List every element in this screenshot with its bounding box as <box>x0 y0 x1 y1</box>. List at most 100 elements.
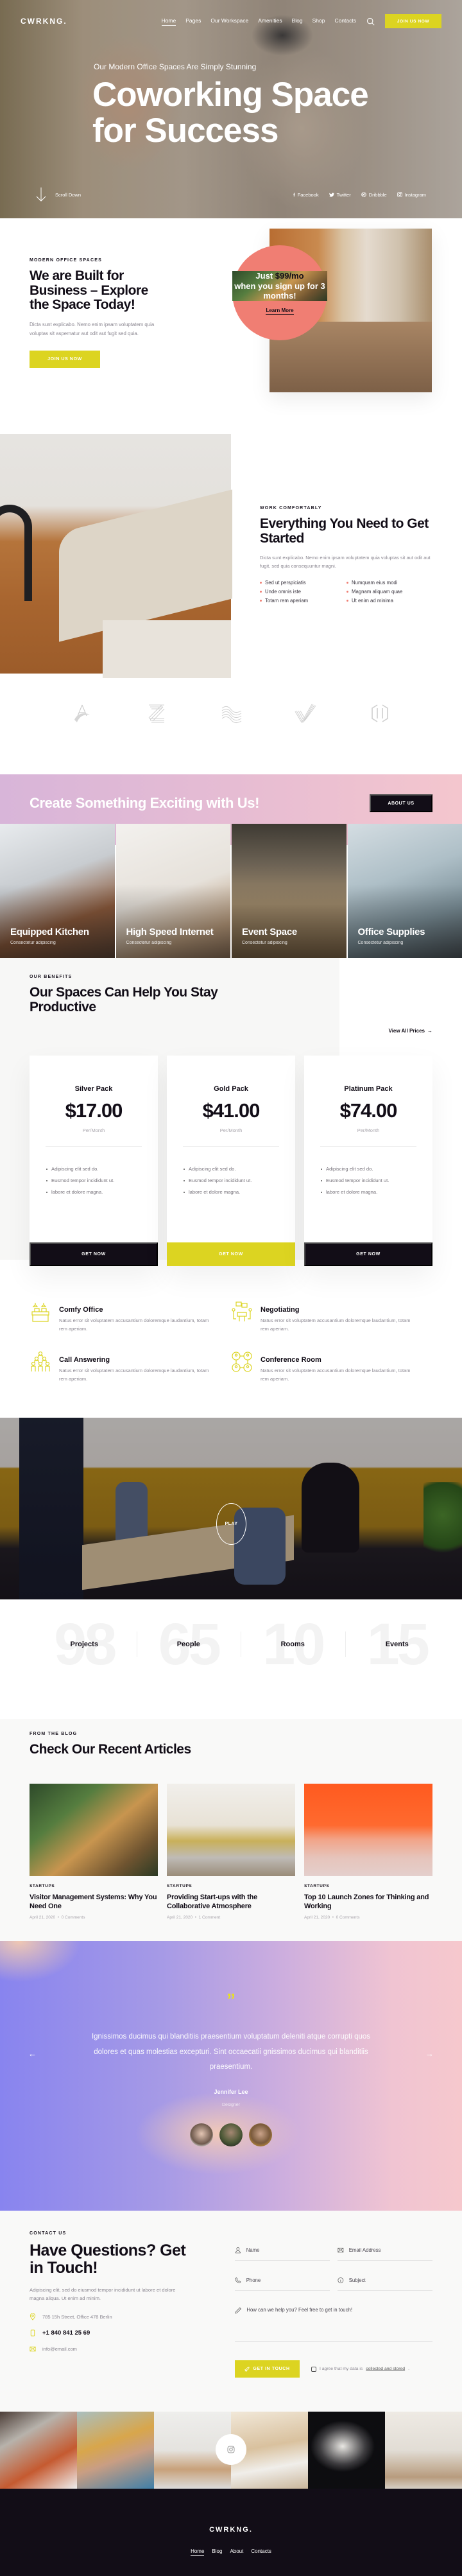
testimonial-section: ” Ignissimos ducimus qui blanditiis prae… <box>0 1941 462 2211</box>
post-title[interactable]: Visitor Management Systems: Why You Need… <box>30 1893 158 1911</box>
gallery-image[interactable] <box>385 2412 462 2489</box>
partner-logo-wave-icon[interactable] <box>219 703 243 724</box>
plan-name: Silver Pack <box>30 1085 158 1093</box>
post-image[interactable] <box>304 1784 432 1876</box>
email-text: info@email.com <box>42 2346 77 2352</box>
name-field[interactable] <box>235 2243 330 2261</box>
nav-contacts[interactable]: Contacts <box>334 17 356 26</box>
gallery-image[interactable] <box>308 2412 385 2489</box>
email-field[interactable] <box>338 2243 432 2261</box>
feature-title: Negotiating <box>261 1306 418 1314</box>
post-comments[interactable]: 0 Comments <box>62 1915 85 1920</box>
amenity-tile-office-supplies[interactable]: Office SuppliesConsectetur adipiscing <box>348 824 462 958</box>
prev-arrow-icon[interactable]: ← <box>28 2049 37 2058</box>
footer-link-about[interactable]: About <box>230 2548 243 2556</box>
about-join-button[interactable]: JOIN US NOW <box>30 351 100 368</box>
nav-amenities[interactable]: Amenities <box>258 17 282 26</box>
gallery-image[interactable] <box>77 2412 154 2489</box>
quote-icon: ” <box>0 1991 462 2009</box>
contact-title: Have Questions? Get in Touch! <box>30 2242 190 2277</box>
partner-logo-check-icon[interactable] <box>294 703 317 724</box>
view-all-prices-link[interactable]: View All Prices→ <box>389 1028 432 1034</box>
post-category[interactable]: STARTUPS <box>304 1884 432 1888</box>
footer-logo[interactable]: CWRKNG. <box>0 2526 462 2534</box>
plan-period: Per/Month <box>304 1127 432 1133</box>
nav-home[interactable]: Home <box>162 17 176 26</box>
submit-label: GET IN TOUCH <box>253 2367 289 2371</box>
message-field[interactable] <box>235 2303 432 2342</box>
amenity-tile-internet[interactable]: High Speed InternetConsectetur adipiscin… <box>116 824 231 958</box>
stat-label: Projects <box>71 1640 98 1648</box>
feature-item: Call AnsweringNatus error sit voluptatem… <box>30 1353 231 1383</box>
phone-field[interactable] <box>235 2273 330 2291</box>
name-input[interactable] <box>246 2247 330 2253</box>
scroll-down-link[interactable]: Scroll Down <box>36 187 81 202</box>
post-category[interactable]: STARTUPS <box>30 1884 158 1888</box>
play-video-button[interactable]: PLAY <box>216 1503 246 1545</box>
about-us-button[interactable]: ABOUT US <box>370 794 432 812</box>
subject-field[interactable] <box>338 2273 432 2291</box>
testimonial-name: Jennifer Lee <box>0 2089 462 2095</box>
phone-icon <box>30 2329 36 2337</box>
amenity-tile-kitchen[interactable]: Equipped KitchenConsectetur adipiscing <box>0 824 115 958</box>
plan-feature: Adipiscing elit sed do. <box>46 1166 158 1172</box>
partner-logo-a-icon[interactable] <box>71 703 94 724</box>
partner-logo-hex-icon[interactable] <box>368 703 391 724</box>
testimonial-quote: Ignissimos ducimus qui blanditiis praese… <box>90 2030 372 2075</box>
email-input[interactable] <box>349 2247 432 2253</box>
map-pin-icon <box>30 2313 36 2320</box>
subject-input[interactable] <box>349 2277 432 2283</box>
join-us-now-button[interactable]: JOIN US NOW <box>385 14 441 28</box>
social-twitter[interactable]: Twitter <box>329 192 351 198</box>
view-all-label: View All Prices <box>389 1028 425 1034</box>
footer-link-home[interactable]: Home <box>191 2548 204 2556</box>
get-in-touch-button[interactable]: GET IN TOUCH <box>235 2360 300 2378</box>
consent-end: . <box>408 2367 409 2371</box>
message-input[interactable] <box>246 2307 432 2324</box>
team-icon <box>30 1351 51 1373</box>
privacy-link[interactable]: collected and stored <box>366 2367 405 2371</box>
plan-feature: Adipiscing elit sed do. <box>184 1166 295 1172</box>
nav-shop[interactable]: Shop <box>312 17 325 26</box>
gallery-image[interactable] <box>0 2412 77 2489</box>
nav-links: Home Pages Our Workspace Amenities Blog … <box>162 17 356 26</box>
partner-logo-z-icon[interactable] <box>145 703 168 724</box>
contact-phone[interactable]: +1 840 841 25 69 <box>30 2329 190 2337</box>
consent-text: I agree that my data is <box>320 2367 363 2371</box>
promo-badge: Just $99/mowhen you sign up for 3 months… <box>232 245 327 340</box>
social-dribbble[interactable]: Dribbble <box>361 192 387 198</box>
avatar[interactable] <box>190 2123 213 2146</box>
next-arrow-icon[interactable]: → <box>425 2049 434 2058</box>
checkbox[interactable] <box>311 2367 316 2372</box>
footer-link-contacts[interactable]: Contacts <box>251 2548 271 2556</box>
social-instagram[interactable]: Instagram <box>397 192 426 198</box>
desk-setup-image <box>0 434 231 674</box>
email-icon <box>30 2345 36 2353</box>
nav-our-workspace[interactable]: Our Workspace <box>210 17 248 26</box>
logo[interactable]: CWRKNG. <box>21 17 67 26</box>
avatar[interactable] <box>219 2123 243 2146</box>
post-image[interactable] <box>167 1784 295 1876</box>
nav-blog[interactable]: Blog <box>292 17 303 26</box>
post-comments[interactable]: 1 Comment <box>199 1915 221 1920</box>
contact-email[interactable]: info@email.com <box>30 2345 190 2353</box>
blog-eyebrow: FROM THE BLOG <box>30 1732 191 1736</box>
post-category[interactable]: STARTUPS <box>167 1884 295 1888</box>
footer-link-blog[interactable]: Blog <box>212 2548 222 2556</box>
search-icon[interactable] <box>366 17 375 26</box>
info-icon <box>338 2277 344 2284</box>
social-facebook[interactable]: fFacebook <box>293 192 318 198</box>
post-title[interactable]: Top 10 Launch Zones for Thinking and Wor… <box>304 1893 432 1911</box>
nav-pages[interactable]: Pages <box>185 17 201 26</box>
list-item: Totam rem aperiam <box>260 598 346 604</box>
learn-more-link[interactable]: Learn More <box>266 308 293 315</box>
post-title[interactable]: Providing Start-ups with the Collaborati… <box>167 1893 295 1911</box>
post-comments[interactable]: 0 Comments <box>336 1915 360 1920</box>
phone-input[interactable] <box>246 2277 330 2283</box>
amenity-tile-event-space[interactable]: Event SpaceConsectetur adipiscing <box>232 824 346 958</box>
post-image[interactable] <box>30 1784 158 1876</box>
avatar[interactable] <box>249 2123 272 2146</box>
testimonial-role: Designer <box>0 2103 462 2107</box>
instagram-button[interactable] <box>216 2434 246 2465</box>
consent-checkbox[interactable]: I agree that my data is collected and st… <box>311 2367 409 2372</box>
